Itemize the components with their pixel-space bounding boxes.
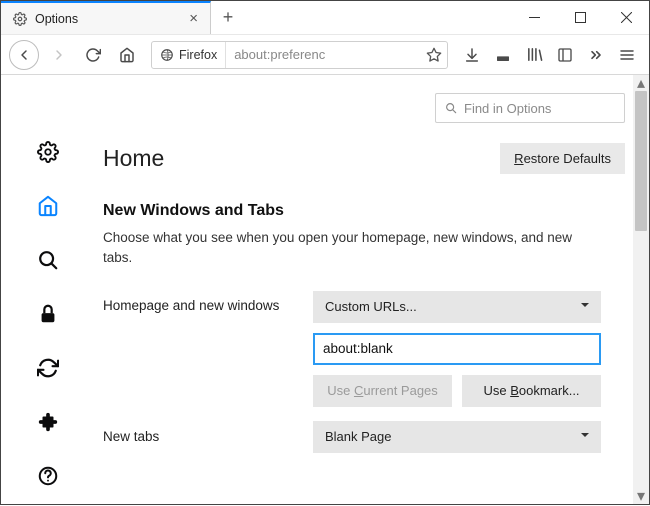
newtabs-dropdown[interactable]: Blank Page xyxy=(313,421,601,453)
close-tab-icon[interactable]: × xyxy=(189,10,198,27)
site-identity[interactable]: Firefox xyxy=(152,42,226,68)
minimize-button[interactable] xyxy=(511,1,557,34)
sidebar-privacy-icon[interactable] xyxy=(35,301,61,327)
library-icon[interactable] xyxy=(520,41,548,69)
home-button[interactable] xyxy=(113,41,141,69)
vertical-scrollbar[interactable]: ▴ ▾ xyxy=(633,75,649,504)
overflow-icon[interactable] xyxy=(582,41,610,69)
url-text[interactable]: about:preferenc xyxy=(226,47,421,62)
identity-label: Firefox xyxy=(179,48,217,62)
reload-button[interactable] xyxy=(79,41,107,69)
scroll-up-arrow[interactable]: ▴ xyxy=(633,75,649,91)
newtabs-label: New tabs xyxy=(103,429,313,444)
tab-title: Options xyxy=(35,12,181,26)
title-bar: Options × + xyxy=(1,1,649,35)
nav-toolbar: Firefox about:preferenc xyxy=(1,35,649,75)
back-button[interactable] xyxy=(9,40,39,70)
downloads-icon[interactable] xyxy=(458,41,486,69)
browser-tab[interactable]: Options × xyxy=(1,1,211,34)
new-tab-button[interactable]: + xyxy=(211,1,245,34)
use-bookmark-button[interactable]: Use Bookmark... xyxy=(462,375,601,407)
scroll-thumb[interactable] xyxy=(635,91,647,231)
close-window-button[interactable] xyxy=(603,1,649,34)
category-sidebar xyxy=(1,75,95,504)
homepage-dropdown[interactable]: Custom URLs... xyxy=(313,291,601,323)
bookmark-star-icon[interactable] xyxy=(421,47,447,63)
homepage-row: Homepage and new windows Custom URLs... … xyxy=(103,291,625,407)
homepage-url-input[interactable] xyxy=(313,333,601,365)
use-current-pages-button: Use Current Pages xyxy=(313,375,452,407)
sidebar-support-icon[interactable] xyxy=(35,463,61,489)
find-in-options[interactable]: Find in Options xyxy=(435,93,625,123)
search-icon xyxy=(444,101,458,115)
find-placeholder: Find in Options xyxy=(464,101,551,116)
section-description: Choose what you see when you open your h… xyxy=(103,228,593,269)
content-area: Find in Options Home Restore Defaults Ne… xyxy=(1,75,649,504)
section-heading: New Windows and Tabs xyxy=(103,202,625,220)
window-controls xyxy=(511,1,649,34)
maximize-button[interactable] xyxy=(557,1,603,34)
newtabs-row: New tabs Blank Page xyxy=(103,421,625,453)
sidebar-extensions-icon[interactable] xyxy=(35,409,61,435)
main-panel: Find in Options Home Restore Defaults Ne… xyxy=(95,75,649,504)
scroll-down-arrow[interactable]: ▾ xyxy=(633,488,649,504)
page-title: Home xyxy=(103,145,164,172)
sidebar-general-icon[interactable] xyxy=(35,139,61,165)
url-bar[interactable]: Firefox about:preferenc xyxy=(151,41,448,69)
feed-icon[interactable] xyxy=(489,41,517,69)
restore-defaults-button[interactable]: Restore Defaults xyxy=(500,143,625,174)
sidebar-toggle-icon[interactable] xyxy=(551,41,579,69)
sidebar-sync-icon[interactable] xyxy=(35,355,61,381)
sidebar-home-icon[interactable] xyxy=(35,193,61,219)
app-menu-icon[interactable] xyxy=(613,41,641,69)
gear-icon xyxy=(13,12,27,26)
sidebar-search-icon[interactable] xyxy=(35,247,61,273)
forward-button xyxy=(45,41,73,69)
homepage-label: Homepage and new windows xyxy=(103,291,313,313)
